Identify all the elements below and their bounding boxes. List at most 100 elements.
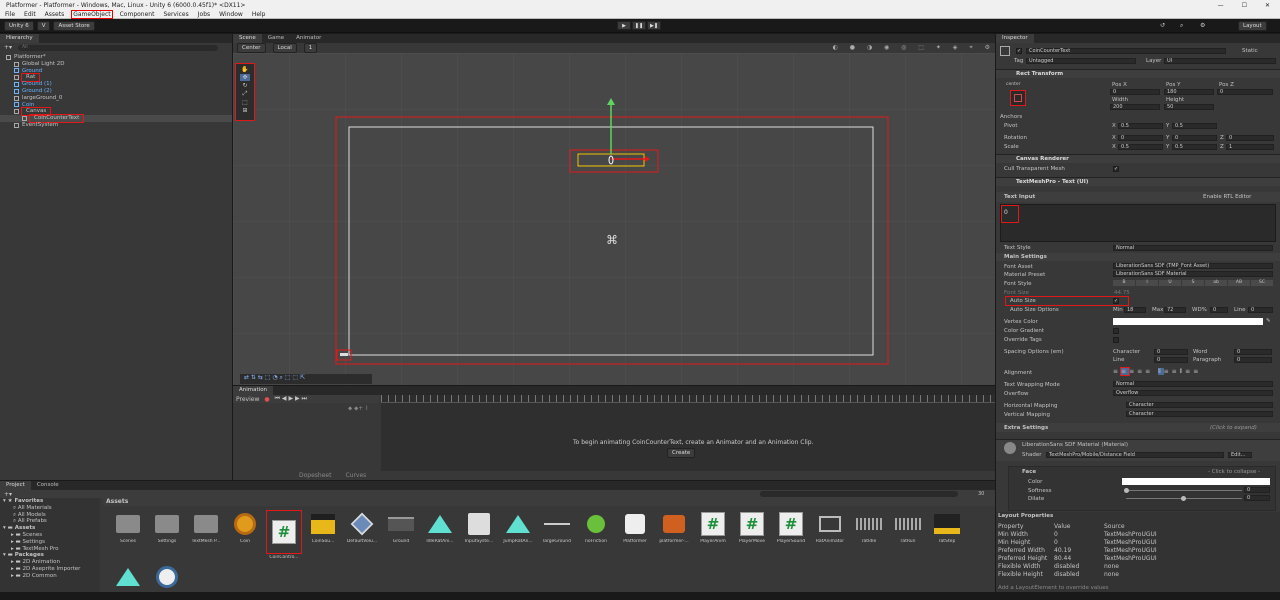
alignment-buttons[interactable]: ≡≡≡≡≡ ⫴≡≡⫴≡≡ [1113, 367, 1277, 376]
pivot-x-field[interactable]: 0.5 [1118, 123, 1163, 129]
hierarchy-item[interactable]: Ground (1) [0, 81, 232, 88]
font-style-s[interactable]: S [1182, 280, 1204, 286]
menu-services[interactable]: Services [162, 11, 189, 18]
hmap-dropdown[interactable]: Character [1126, 402, 1273, 408]
asset-item[interactable]: ratStep [929, 511, 965, 560]
pivot-y-field[interactable]: 0.5 [1172, 123, 1217, 129]
font-style-ab[interactable]: ab [1205, 280, 1227, 286]
pos-x-field[interactable]: 0 [1110, 89, 1160, 95]
asset-item[interactable]: Platformer [617, 511, 653, 560]
close-icon[interactable]: ✕ [1265, 2, 1270, 9]
min-size-field[interactable]: 18 [1124, 307, 1146, 313]
asset-item[interactable] [110, 564, 146, 592]
font-style-u[interactable]: U [1159, 280, 1181, 286]
canvas-renderer-header[interactable]: Canvas Renderer [996, 154, 1280, 163]
font-style-i[interactable]: I [1136, 280, 1158, 286]
move-tool-icon[interactable]: ✥ [240, 74, 250, 81]
overflow-dropdown[interactable]: Overflow [1113, 390, 1273, 396]
menu-help[interactable]: Help [251, 11, 267, 18]
object-name-field[interactable]: CoinCounterText [1026, 48, 1226, 54]
playback-controls[interactable]: ⏮ ◀ ▶ ▶ ⏭ [275, 395, 307, 403]
pause-button[interactable]: ❚❚ [632, 21, 646, 30]
settings-icon[interactable]: ⚙ [1200, 22, 1205, 29]
text-input-area[interactable] [1000, 204, 1276, 242]
maximize-icon[interactable]: ☐ [1242, 2, 1247, 9]
asset-item[interactable]: largeGround [539, 511, 575, 560]
assets-subfolder[interactable]: ▸ ▬ Settings [3, 539, 100, 546]
gradient-checkbox[interactable] [1113, 328, 1119, 334]
menu-window[interactable]: Window [218, 11, 244, 18]
asset-item[interactable]: platformer-... [656, 511, 692, 560]
collapse-face-button[interactable]: - Click to collapse - [1208, 469, 1260, 475]
font-style-sc[interactable]: SC [1251, 280, 1273, 286]
anchor-presets-icon[interactable] [1010, 90, 1026, 106]
tab-hierarchy[interactable]: Hierarchy [0, 34, 39, 43]
asset-item[interactable]: noFriction [578, 511, 614, 560]
scale-z-field[interactable]: 1 [1226, 144, 1274, 150]
transform-tool-icon[interactable]: ⊞ [242, 107, 247, 114]
tab-curves[interactable]: Curves [345, 472, 366, 479]
face-color-swatch[interactable] [1122, 478, 1270, 485]
asset-item[interactable]: InputSyste... [461, 511, 497, 560]
tab-game[interactable]: Game [262, 34, 290, 43]
favorite-item[interactable]: ⌕ All Prefabs [3, 518, 100, 525]
keyframe-icons[interactable]: ⬥ ⬥+ ⌇ [348, 405, 368, 413]
record-icon[interactable]: ● [264, 396, 269, 403]
search-icon[interactable]: ⌕ [1180, 22, 1183, 30]
asset-item[interactable]: Scenes [110, 511, 146, 560]
tag-dropdown[interactable]: Untagged [1026, 58, 1136, 64]
tab-dopesheet[interactable]: Dopesheet [299, 472, 331, 479]
scene-view-options[interactable]: ◐ ● ◑ ◉ ◎ ⬚ ✦ ◈ ⌖ ⚙ [833, 44, 995, 52]
menu-component[interactable]: Component [119, 11, 156, 18]
asset-item[interactable]: RatAnimator [812, 511, 848, 560]
override-tags-checkbox[interactable] [1113, 337, 1119, 343]
hierarchy-search[interactable]: All [18, 44, 219, 51]
word-spacing-field[interactable]: 0 [1234, 349, 1272, 355]
height-field[interactable]: 50 [1164, 104, 1214, 110]
font-style-ab[interactable]: AB [1228, 280, 1250, 286]
tab-project[interactable]: Project [0, 481, 31, 490]
anchors-foldout[interactable]: Anchors [1000, 114, 1022, 120]
vmap-dropdown[interactable]: Character [1126, 411, 1273, 417]
menu-jobs[interactable]: Jobs [197, 11, 211, 18]
favorites-folder[interactable]: ▾ ★ Favorites [3, 498, 100, 505]
tab-console[interactable]: Console [31, 481, 65, 490]
shader-dropdown[interactable]: TextMeshPro/Mobile/Distance Field [1046, 452, 1224, 458]
hierarchy-item[interactable]: Global Light 2D [0, 61, 232, 68]
hierarchy-item[interactable]: Ground (2) [0, 88, 232, 95]
hierarchy-item[interactable]: Platformer* [0, 54, 232, 61]
asset-item[interactable]: JumpRatAn... [500, 511, 536, 560]
minimize-icon[interactable]: — [1218, 2, 1224, 9]
cull-checkbox[interactable]: ✓ [1113, 166, 1119, 172]
menu-assets[interactable]: Assets [44, 11, 66, 18]
tmp-header[interactable]: TextMeshPro - Text (UI) [996, 177, 1280, 186]
auto-size-checkbox[interactable]: ✓ [1113, 298, 1119, 304]
scale-x-field[interactable]: 0.5 [1118, 144, 1163, 150]
asset-item[interactable]: CoinSou... [305, 511, 341, 560]
hierarchy-item[interactable]: Canvas [0, 107, 232, 117]
hierarchy-item[interactable]: EventSystem [0, 122, 232, 129]
paragraph-spacing-field[interactable]: 0 [1234, 357, 1272, 363]
tab-scene[interactable]: Scene [233, 34, 262, 43]
softness-field[interactable]: 0 [1244, 487, 1270, 493]
rot-z-field[interactable]: 0 [1226, 135, 1274, 141]
menu-edit[interactable]: Edit [23, 11, 37, 18]
asset-item[interactable]: ratRun [890, 511, 926, 560]
shader-edit-button[interactable]: Edit... [1228, 452, 1252, 458]
scene-grid[interactable]: ⌘ [233, 53, 995, 385]
package-item[interactable]: ▸ ▬ 2D Animation [3, 559, 100, 566]
width-field[interactable]: 200 [1110, 104, 1160, 110]
rtl-toggle[interactable]: Enable RTL Editor [1203, 194, 1251, 200]
layout-dropdown[interactable]: Layout [1238, 21, 1267, 31]
tab-inspector[interactable]: Inspector [996, 34, 1034, 43]
project-add-icon[interactable]: +▾ [4, 491, 12, 498]
wd-field[interactable]: 0 [1210, 307, 1228, 313]
pos-z-field[interactable]: 0 [1217, 89, 1273, 95]
cloud-button[interactable]: V [36, 20, 51, 31]
project-search[interactable] [760, 491, 958, 497]
scale-tool-icon[interactable]: ⤢ [243, 90, 248, 98]
package-item[interactable]: ▸ ▬ 2D Aseprite Importer [3, 566, 100, 573]
scale-y-field[interactable]: 0.5 [1172, 144, 1217, 150]
hand-tool-icon[interactable]: ✋ [241, 66, 248, 73]
pivot-dropdown[interactable]: Center [237, 43, 266, 53]
